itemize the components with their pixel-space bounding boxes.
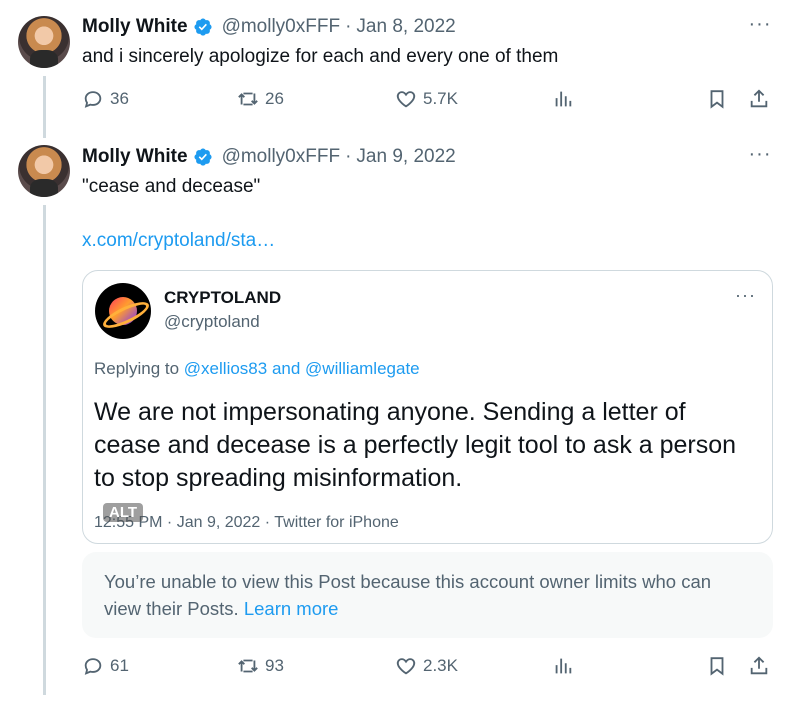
avatar[interactable] — [18, 145, 70, 197]
and-text: and — [271, 359, 301, 378]
alt-badge[interactable]: ALT — [103, 503, 144, 522]
quoted-author-name[interactable]: CRYPTOLAND — [164, 288, 281, 308]
quoted-author-handle[interactable]: @cryptoland — [164, 312, 260, 332]
reply-button[interactable]: 36 — [82, 88, 129, 110]
mention-link[interactable]: @xellios83 — [184, 359, 267, 378]
analytics-icon — [555, 658, 572, 674]
retweet-button[interactable]: 26 — [237, 88, 284, 110]
like-button[interactable]: 5.7K — [395, 88, 458, 110]
author-name[interactable]: Molly White — [82, 16, 188, 38]
author-handle[interactable]: @molly0xFFF — [222, 146, 341, 168]
bookmark-icon — [710, 90, 724, 109]
avatar[interactable] — [18, 16, 70, 68]
views-button[interactable] — [552, 655, 574, 677]
reply-count: 36 — [110, 89, 129, 108]
retweet-count: 93 — [265, 656, 284, 675]
tweet-header: Molly White @molly0xFFF · Jan 8, 2022 — [82, 16, 456, 38]
author-name[interactable]: Molly White — [82, 146, 188, 168]
thread-line — [43, 76, 46, 138]
tweet-actions: 36 26 5.7K — [82, 88, 772, 114]
retweet-button[interactable]: 93 — [237, 655, 284, 677]
learn-more-link[interactable]: Learn more — [244, 598, 339, 619]
like-count: 5.7K — [423, 89, 458, 108]
reply-icon — [84, 91, 102, 108]
views-button[interactable] — [552, 88, 574, 110]
retweet-count: 26 — [265, 89, 284, 108]
bookmark-icon — [710, 657, 724, 676]
quoted-tweet-text: We are not impersonating anyone. Sending… — [94, 398, 737, 492]
unavailable-message: You’re unable to view this Post because … — [104, 571, 712, 619]
reply-button[interactable]: 61 — [82, 655, 129, 677]
bookmark-button[interactable] — [706, 88, 728, 110]
reply-icon — [84, 658, 102, 675]
separator-dot: · — [345, 146, 352, 167]
quoted-tweet-card[interactable]: CRYPTOLAND @cryptoland ··· Replying to @… — [82, 270, 773, 544]
share-button[interactable] — [748, 655, 770, 677]
tweet-text: and i sincerely apologize for each and e… — [82, 46, 559, 67]
unavailable-post-notice: You’re unable to view this Post because … — [82, 552, 773, 638]
quoted-avatar[interactable] — [95, 283, 151, 339]
share-icon — [750, 89, 768, 108]
heart-icon — [396, 658, 416, 675]
tweet-header: Molly White @molly0xFFF · Jan 9, 2022 — [82, 146, 456, 168]
analytics-icon — [555, 91, 572, 107]
more-options-icon[interactable]: ··· — [748, 14, 772, 38]
tweet-link[interactable]: x.com/cryptoland/sta… — [82, 230, 275, 252]
tweet-date[interactable]: Jan 8, 2022 — [356, 16, 455, 38]
replying-to-line: Replying to @xellios83 and @williamlegat… — [94, 359, 420, 379]
reply-count: 61 — [110, 656, 129, 675]
heart-icon — [396, 91, 416, 108]
author-handle[interactable]: @molly0xFFF — [222, 16, 341, 38]
verified-badge-icon — [193, 17, 213, 37]
bookmark-button[interactable] — [706, 655, 728, 677]
share-icon — [750, 656, 768, 675]
retweet-icon — [238, 92, 258, 106]
separator-dot: · — [345, 16, 352, 37]
tweet-date[interactable]: Jan 9, 2022 — [356, 146, 455, 168]
replying-to-label: Replying to — [94, 359, 180, 378]
more-options-icon[interactable]: ··· — [748, 144, 772, 168]
share-button[interactable] — [748, 88, 770, 110]
mention-link[interactable]: @williamlegate — [305, 359, 420, 378]
like-button[interactable]: 2.3K — [395, 655, 458, 677]
like-count: 2.3K — [423, 656, 458, 675]
quoted-more-icon[interactable]: ··· — [735, 285, 756, 306]
retweet-icon — [238, 659, 258, 673]
thread-line — [43, 205, 46, 695]
tweet-actions: 61 93 2.3K — [82, 655, 772, 681]
verified-badge-icon — [193, 147, 213, 167]
tweet-text: "cease and decease" — [82, 176, 261, 197]
